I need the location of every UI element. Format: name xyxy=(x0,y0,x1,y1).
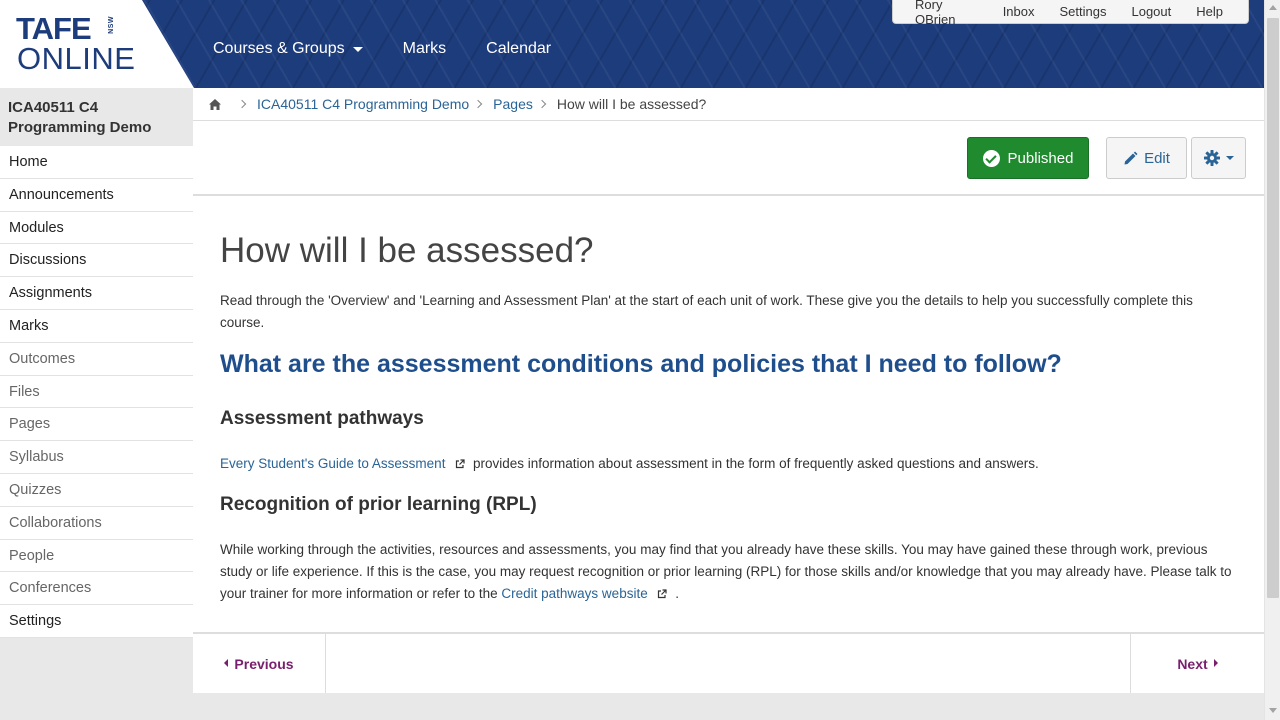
external-link-icon xyxy=(456,459,465,469)
rpl-heading: Recognition of prior learning (RPL) xyxy=(220,494,537,515)
caret-right-icon xyxy=(1213,658,1218,667)
credit-pathways-link[interactable]: Credit pathways website xyxy=(501,586,647,601)
scroll-up-arrow-icon[interactable] xyxy=(1269,5,1277,10)
students-guide-link[interactable]: Every Student's Guide to Assessment xyxy=(220,456,445,471)
page-scrollbar[interactable] xyxy=(1264,0,1280,720)
help-link[interactable]: Help xyxy=(1196,4,1223,19)
sidebar-item-files[interactable]: Files xyxy=(0,375,193,409)
sidebar-item-modules[interactable]: Modules xyxy=(0,211,193,245)
next-button[interactable]: Next xyxy=(1130,634,1264,693)
footer-background xyxy=(193,693,1264,720)
next-label: Next xyxy=(1177,655,1208,672)
logout-link[interactable]: Logout xyxy=(1131,4,1171,19)
logo-online-text: ONLINE xyxy=(17,41,136,76)
external-link-icon xyxy=(658,589,668,599)
pathways-text: provides information about assessment in… xyxy=(472,456,1039,471)
home-icon[interactable] xyxy=(209,98,221,110)
previous-label: Previous xyxy=(234,655,294,672)
chevron-down-icon xyxy=(352,46,363,52)
nav-calendar[interactable]: Calendar xyxy=(486,40,551,58)
sidebar-item-assignments[interactable]: Assignments xyxy=(0,277,193,310)
policies-heading: What are the assessment conditions and p… xyxy=(220,350,1062,378)
chevron-right-icon xyxy=(237,99,247,109)
global-header: TAFE NSW ONLINE Courses & Groups Marks C… xyxy=(0,0,1264,88)
intro-paragraph: Read through the 'Overview' and 'Learnin… xyxy=(220,293,1193,330)
edit-label: Edit xyxy=(1144,149,1170,167)
rpl-text: While working through the activities, re… xyxy=(220,542,1232,601)
chevron-down-icon xyxy=(1225,156,1234,160)
sidebar-item-conferences[interactable]: Conferences xyxy=(0,572,193,606)
breadcrumb: ICA40511 C4 Programming Demo Pages How w… xyxy=(193,88,1264,121)
nav-marks[interactable]: Marks xyxy=(403,40,447,58)
scroll-thumb[interactable] xyxy=(1267,18,1279,598)
sidebar-item-marks[interactable]: Marks xyxy=(0,309,193,343)
course-sidebar: ICA40511 C4 Programming Demo Home Announ… xyxy=(0,88,193,720)
module-sequence-footer: Previous Next xyxy=(193,632,1264,693)
sidebar-item-pages[interactable]: Pages xyxy=(0,408,193,442)
published-button[interactable]: Published xyxy=(967,137,1089,179)
sidebar-item-outcomes[interactable]: Outcomes xyxy=(0,342,193,376)
breadcrumb-course[interactable]: ICA40511 C4 Programming Demo xyxy=(257,96,469,112)
page-title: How will I be assessed? xyxy=(220,231,594,270)
settings-link[interactable]: Settings xyxy=(1060,4,1107,19)
caret-left-icon xyxy=(224,658,229,667)
previous-button[interactable]: Previous xyxy=(193,634,326,693)
sidebar-item-collaborations[interactable]: Collaborations xyxy=(0,506,193,540)
pencil-icon xyxy=(1124,151,1138,164)
gear-icon xyxy=(1203,150,1220,166)
chevron-right-icon xyxy=(473,99,483,109)
edit-button[interactable]: Edit xyxy=(1106,137,1187,179)
page-settings-button[interactable] xyxy=(1191,137,1246,179)
sidebar-item-home[interactable]: Home xyxy=(0,146,193,179)
nav-courses-label: Courses & Groups xyxy=(213,40,345,57)
sidebar-item-syllabus[interactable]: Syllabus xyxy=(0,441,193,474)
nav-courses-groups[interactable]: Courses & Groups xyxy=(213,40,363,58)
rpl-end: . xyxy=(675,586,680,601)
chevron-right-icon xyxy=(537,99,547,109)
rpl-paragraph: While working through the activities, re… xyxy=(220,539,1235,605)
logo-nsw-text: NSW xyxy=(108,16,115,34)
sidebar-item-people[interactable]: People xyxy=(0,539,193,573)
scroll-down-arrow-icon[interactable] xyxy=(1269,708,1277,713)
tafe-logo[interactable]: TAFE NSW ONLINE xyxy=(0,0,194,88)
sidebar-item-quizzes[interactable]: Quizzes xyxy=(0,473,193,507)
inbox-link[interactable]: Inbox xyxy=(1003,4,1035,19)
sidebar-item-announcements[interactable]: Announcements xyxy=(0,178,193,212)
check-circle-icon xyxy=(982,149,1000,167)
page-toolbar: Published Edit xyxy=(193,121,1264,196)
course-title[interactable]: ICA40511 C4 Programming Demo xyxy=(8,98,188,138)
user-name-link[interactable]: Rory OBrien xyxy=(915,0,978,27)
pathways-paragraph: Every Student's Guide to Assessment prov… xyxy=(220,453,1039,475)
main-navigation: Courses & Groups Marks Calendar xyxy=(213,40,591,58)
published-label: Published xyxy=(1007,149,1074,167)
breadcrumb-pages[interactable]: Pages xyxy=(493,96,533,112)
sidebar-item-discussions[interactable]: Discussions xyxy=(0,244,193,278)
user-menu: Rory OBrien Inbox Settings Logout Help xyxy=(892,0,1249,27)
sidebar-item-settings[interactable]: Settings xyxy=(0,605,193,638)
course-navigation: Home Announcements Modules Discussions A… xyxy=(0,146,193,638)
pathways-heading: Assessment pathways xyxy=(220,408,424,429)
breadcrumb-current: How will I be assessed? xyxy=(556,96,707,112)
